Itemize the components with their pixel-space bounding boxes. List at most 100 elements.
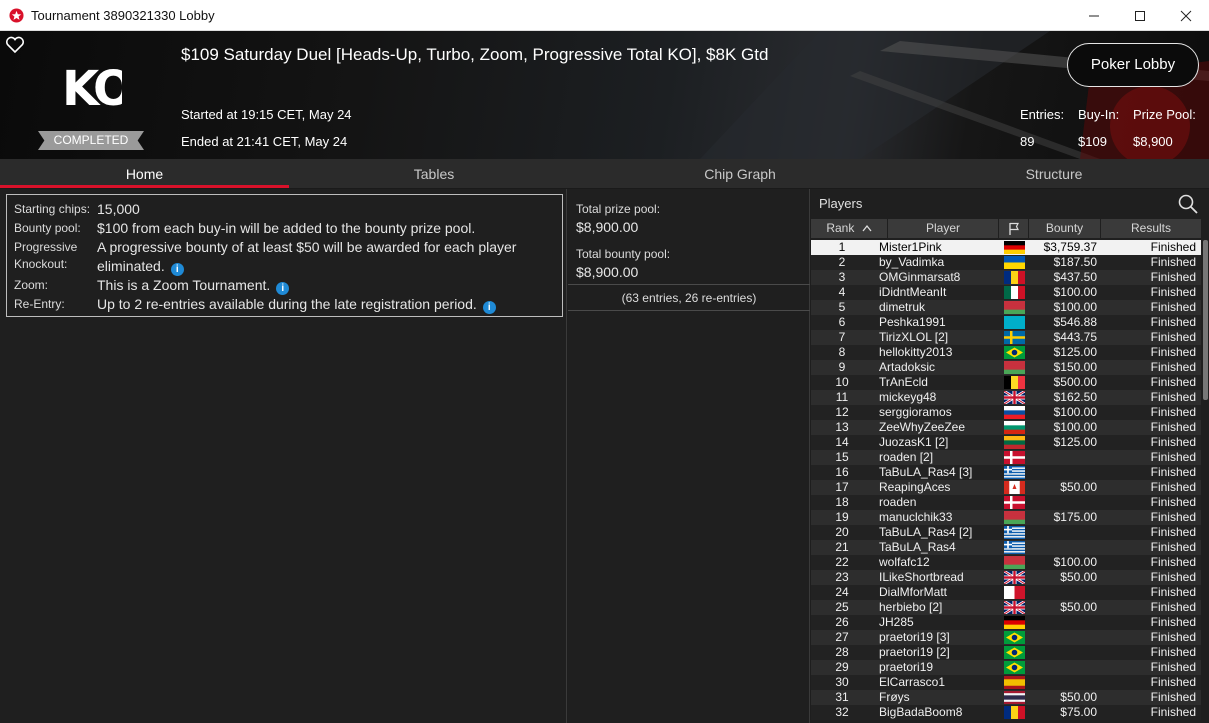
player-result: Finished	[1150, 480, 1196, 494]
player-row[interactable]: 21 TaBuLA_Ras4 Finished	[811, 540, 1201, 555]
players-scrollbar[interactable]	[1203, 240, 1208, 400]
player-result: Finished	[1150, 570, 1196, 584]
player-row[interactable]: 26 JH285 Finished	[811, 615, 1201, 630]
player-result: Finished	[1150, 645, 1196, 659]
player-row[interactable]: 2 by_Vadimka $187.50 Finished	[811, 255, 1201, 270]
player-name: OMGinmarsat8	[879, 270, 961, 284]
player-name: Artadoksic	[879, 360, 936, 374]
divider	[568, 284, 810, 285]
close-icon	[1180, 10, 1192, 21]
players-title: Players	[819, 196, 863, 211]
player-row[interactable]: 18 roaden Finished	[811, 495, 1201, 510]
player-row[interactable]: 13 ZeeWhyZeeZee $100.00 Finished	[811, 420, 1201, 435]
minimize-button[interactable]	[1071, 0, 1117, 31]
flag-ro-icon	[1004, 706, 1025, 719]
ko-logo-text: KO	[62, 61, 122, 115]
flag-gr-icon	[1004, 541, 1025, 554]
progressive-value-line2: eliminated. i	[97, 257, 184, 276]
player-row[interactable]: 25 herbiebo [2] $50.00 Finished	[811, 600, 1201, 615]
player-rank: 14	[835, 435, 849, 449]
column-player[interactable]: Player	[888, 219, 998, 238]
player-row[interactable]: 29 praetori19 Finished	[811, 660, 1201, 675]
player-row[interactable]: 6 Peshka1991 $546.88 Finished	[811, 315, 1201, 330]
player-result: Finished	[1150, 435, 1196, 449]
player-result: Finished	[1150, 585, 1196, 599]
player-result: Finished	[1150, 360, 1196, 374]
player-row[interactable]: 28 praetori19 [2] Finished	[811, 645, 1201, 660]
player-bounty: $50.00	[1060, 480, 1097, 494]
player-row[interactable]: 15 roaden [2] Finished	[811, 450, 1201, 465]
player-name: manuclchik33	[879, 510, 953, 524]
player-result: Finished	[1150, 600, 1196, 614]
column-rank-label: Rank	[826, 221, 855, 235]
player-row[interactable]: 5 dimetruk $100.00 Finished	[811, 300, 1201, 315]
tab-chip-graph[interactable]: Chip Graph	[595, 159, 885, 189]
flag-lt-icon	[1004, 436, 1025, 449]
flag-br-icon	[1004, 661, 1025, 674]
player-rank: 32	[835, 705, 849, 719]
zoom-value-text: This is a Zoom Tournament.	[97, 277, 271, 293]
column-bounty[interactable]: Bounty	[1029, 219, 1100, 238]
info-icon[interactable]: i	[482, 301, 496, 314]
player-row[interactable]: 19 manuclchik33 $175.00 Finished	[811, 510, 1201, 525]
player-row[interactable]: 14 JuozasK1 [2] $125.00 Finished	[811, 435, 1201, 450]
player-row[interactable]: 11 mickeyg48 $162.50 Finished	[811, 390, 1201, 405]
tab-structure[interactable]: Structure	[909, 159, 1199, 189]
player-row[interactable]: 4 iDidntMeanIt $100.00 Finished	[811, 285, 1201, 300]
player-bounty: $50.00	[1060, 570, 1097, 584]
maximize-button[interactable]	[1117, 0, 1163, 31]
player-name: wolfafc12	[879, 555, 930, 569]
player-bounty: $500.00	[1053, 375, 1097, 389]
player-rank: 18	[835, 495, 849, 509]
player-row[interactable]: 9 Artadoksic $150.00 Finished	[811, 360, 1201, 375]
player-row[interactable]: 22 wolfafc12 $100.00 Finished	[811, 555, 1201, 570]
flag-mx-icon	[1004, 286, 1025, 299]
info-icon[interactable]: i	[170, 263, 184, 276]
player-row[interactable]: 23 ILikeShortbread $50.00 Finished	[811, 570, 1201, 585]
player-row[interactable]: 20 TaBuLA_Ras4 [2] Finished	[811, 525, 1201, 540]
player-result: Finished	[1150, 405, 1196, 419]
player-row[interactable]: 10 TrAnEcld $500.00 Finished	[811, 375, 1201, 390]
player-name: praetori19	[879, 660, 934, 674]
player-result: Finished	[1150, 690, 1196, 704]
player-row[interactable]: 24 DialMforMatt Finished	[811, 585, 1201, 600]
player-row[interactable]: 17 ReapingAces $50.00 Finished	[811, 480, 1201, 495]
starting-chips-value: 15,000	[97, 201, 140, 217]
player-bounty: $125.00	[1053, 345, 1097, 359]
close-button[interactable]	[1163, 0, 1209, 31]
player-row[interactable]: 32 BigBadaBoom8 $75.00 Finished	[811, 705, 1201, 720]
sort-ascending-icon	[862, 224, 872, 232]
ko-logo: KO	[60, 55, 136, 117]
total-prize-label: Total prize pool:	[576, 202, 661, 216]
column-country[interactable]	[999, 219, 1028, 238]
tab-tables[interactable]: Tables	[289, 159, 579, 189]
player-name: BigBadaBoom8	[879, 705, 963, 719]
player-row[interactable]: 8 hellokitty2013 $125.00 Finished	[811, 345, 1201, 360]
poker-lobby-button[interactable]: Poker Lobby	[1067, 43, 1199, 87]
info-icon[interactable]: i	[276, 282, 290, 295]
reentry-value: Up to 2 re-entries available during the …	[97, 295, 496, 314]
player-bounty: $100.00	[1053, 405, 1097, 419]
player-bounty: $75.00	[1060, 705, 1097, 719]
player-result: Finished	[1150, 285, 1196, 299]
player-row[interactable]: 16 TaBuLA_Ras4 [3] Finished	[811, 465, 1201, 480]
player-row[interactable]: 12 serggioramos $100.00 Finished	[811, 405, 1201, 420]
column-results[interactable]: Results	[1101, 219, 1201, 238]
player-rank: 2	[838, 255, 846, 269]
player-row[interactable]: 27 praetori19 [3] Finished	[811, 630, 1201, 645]
favorite-heart-icon[interactable]	[5, 36, 25, 54]
entries-value: 89	[1020, 134, 1035, 149]
player-row[interactable]: 7 TirizXLOL [2] $443.75 Finished	[811, 330, 1201, 345]
bounty-pool-label: Bounty pool:	[14, 221, 81, 235]
player-name: Mister1Pink	[879, 240, 942, 254]
player-row[interactable]: 30 ElCarrasco1 Finished	[811, 675, 1201, 690]
flag-gb-icon	[1004, 391, 1025, 404]
search-icon[interactable]	[1177, 193, 1199, 215]
flag-sk-icon	[1004, 406, 1025, 419]
player-rank: 8	[838, 345, 846, 359]
player-row[interactable]: 1 Mister1Pink $3,759.37 Finished	[811, 240, 1201, 255]
flag-by-icon	[1004, 361, 1025, 374]
player-row[interactable]: 3 OMGinmarsat8 $437.50 Finished	[811, 270, 1201, 285]
column-rank[interactable]: Rank	[811, 219, 887, 238]
player-row[interactable]: 31 Frøys $50.00 Finished	[811, 690, 1201, 705]
